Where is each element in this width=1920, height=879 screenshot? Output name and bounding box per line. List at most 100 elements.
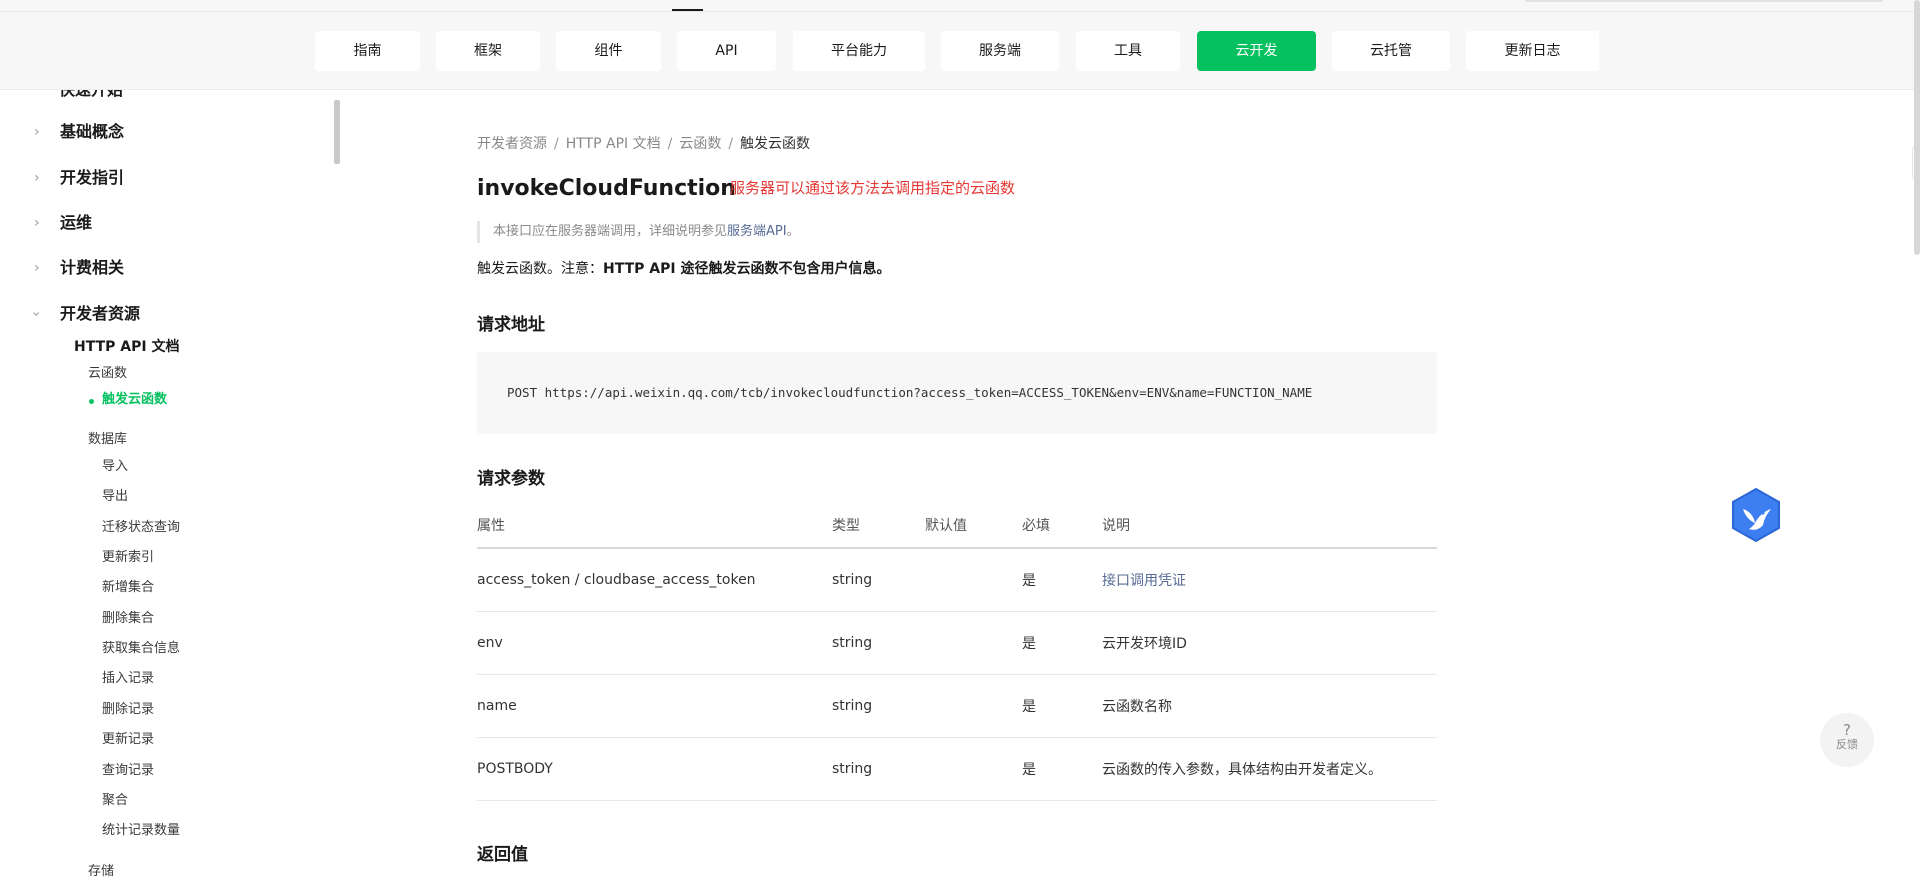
sidebar-item-label: 开发指引: [60, 168, 125, 187]
sidebar-item-db[interactable]: 删除集合: [102, 609, 154, 629]
sidebar-item-db[interactable]: 更新记录: [102, 730, 154, 750]
param-name: env: [477, 611, 832, 675]
sidebar-item-label: 运维: [60, 213, 93, 232]
sidebar-item-db[interactable]: 插入记录: [102, 669, 154, 689]
sidebar-group-cloud-function[interactable]: 云函数: [88, 364, 127, 384]
table-row: POSTBODY string 是 云函数的传入参数，具体结构由开发者定义。: [477, 737, 1437, 801]
sidebar-item-db[interactable]: 查询记录: [102, 761, 154, 781]
sidebar-item-dev-resources[interactable]: › 开发者资源: [0, 302, 330, 326]
nav-components[interactable]: 组件: [556, 31, 661, 71]
section-heading-return-value: 返回值: [477, 845, 528, 865]
table-row: access_token / cloudbase_access_token st…: [477, 548, 1437, 612]
active-tab-indicator: [672, 9, 703, 11]
sidebar-item-billing[interactable]: › 计费相关: [0, 256, 330, 280]
param-name: POSTBODY: [477, 737, 832, 801]
sidebar-item-db[interactable]: 迁移状态查询: [102, 518, 180, 538]
top-divider: [0, 11, 1920, 12]
param-required: 是: [1022, 737, 1102, 801]
param-desc: 云开发环境ID: [1102, 611, 1437, 675]
param-type: string: [832, 737, 925, 801]
page-scrollbar[interactable]: [1914, 0, 1920, 255]
assistant-bird-icon[interactable]: [1730, 487, 1782, 543]
description-text: 触发云函数。注意：: [477, 261, 603, 277]
param-required: 是: [1022, 674, 1102, 738]
chevron-down-icon: ›: [27, 311, 44, 317]
bird-hexagon-icon: [1732, 487, 1780, 543]
sidebar: 快速开始 › 基础概念 › 开发指引 › 运维 › 计费相关 › 开发者资源 H…: [0, 90, 334, 879]
param-desc: 接口调用凭证: [1102, 548, 1437, 612]
chevron-right-icon: ›: [34, 124, 40, 140]
sidebar-item-db[interactable]: 获取集合信息: [102, 639, 180, 659]
nav-cloud-hosting[interactable]: 云托管: [1332, 31, 1450, 71]
section-heading-request-params: 请求参数: [477, 469, 545, 489]
nav-guide[interactable]: 指南: [315, 31, 420, 71]
param-default: [925, 674, 1022, 738]
param-required: 是: [1022, 611, 1102, 675]
sidebar-item-quickstart[interactable]: 快速开始: [59, 90, 123, 100]
access-token-link[interactable]: 接口调用凭证: [1102, 573, 1186, 589]
breadcrumb-current: 触发云函数: [740, 136, 811, 152]
sidebar-item-basic-concepts[interactable]: › 基础概念: [0, 120, 330, 144]
breadcrumb-link[interactable]: 云函数: [679, 136, 721, 152]
request-url-code: POST https://api.weixin.qq.com/tcb/invok…: [477, 352, 1437, 434]
sidebar-item-ops[interactable]: › 运维: [0, 211, 330, 235]
nav-platform-capabilities[interactable]: 平台能力: [793, 31, 925, 71]
table-row: env string 是 云开发环境ID: [477, 611, 1437, 675]
param-default: [925, 737, 1022, 801]
nav-tools[interactable]: 工具: [1076, 31, 1180, 71]
sidebar-item-db[interactable]: 统计记录数量: [102, 821, 180, 841]
nav-changelog[interactable]: 更新日志: [1466, 31, 1599, 71]
sidebar-item-dev-guide[interactable]: › 开发指引: [0, 166, 330, 190]
top-navigation-bar: 指南 框架 组件 API 平台能力 服务端 工具 云开发 云托管 更新日志: [0, 0, 1920, 90]
active-dot-icon: [89, 399, 94, 404]
category-nav: 指南 框架 组件 API 平台能力 服务端 工具 云开发 云托管 更新日志: [0, 31, 1920, 71]
param-desc: 云函数名称: [1102, 674, 1437, 738]
nav-framework[interactable]: 框架: [436, 31, 540, 71]
note-quote: 本接口应在服务器端调用，详细说明参见服务端API。: [477, 221, 800, 243]
param-required: 是: [1022, 548, 1102, 612]
sidebar-item-label: 计费相关: [60, 258, 125, 277]
table-row: name string 是 云函数名称: [477, 674, 1437, 738]
sidebar-item-db[interactable]: 更新索引: [102, 548, 154, 568]
param-name: access_token / cloudbase_access_token: [477, 548, 832, 612]
column-header: 默认值: [925, 502, 1022, 549]
page-title: invokeCloudFunction: [477, 176, 736, 201]
sidebar-group-database[interactable]: 数据库: [88, 430, 127, 450]
server-api-link[interactable]: 服务端API: [727, 224, 787, 239]
breadcrumb-link[interactable]: 开发者资源: [477, 136, 547, 152]
sidebar-item-db[interactable]: 新增集合: [102, 578, 154, 598]
nav-server[interactable]: 服务端: [941, 31, 1059, 71]
column-header: 类型: [832, 502, 925, 549]
feedback-button[interactable]: ? 反馈: [1820, 713, 1874, 767]
column-header: 必填: [1022, 502, 1102, 549]
sidebar-section-http-api[interactable]: HTTP API 文档: [74, 337, 179, 357]
sidebar-item-db[interactable]: 聚合: [102, 791, 128, 811]
description: 触发云函数。注意：HTTP API 途径触发云函数不包含用户信息。: [477, 259, 890, 279]
sidebar-item-db[interactable]: 导出: [102, 487, 128, 507]
sidebar-scrollbar[interactable]: [334, 100, 340, 164]
sidebar-item-db[interactable]: 删除记录: [102, 700, 154, 720]
question-icon: ?: [1843, 721, 1851, 739]
chevron-right-icon: ›: [34, 215, 40, 231]
sidebar-item-db[interactable]: 导入: [102, 457, 128, 477]
param-name: name: [477, 674, 832, 738]
breadcrumb: 开发者资源 / HTTP API 文档 / 云函数 / 触发云函数: [477, 136, 811, 152]
breadcrumb-link[interactable]: HTTP API 文档: [566, 136, 661, 152]
nav-cloud-development[interactable]: 云开发: [1197, 31, 1316, 71]
title-annotation: 服务器可以通过该方法去调用指定的云函数: [730, 179, 1016, 197]
note-text: 本接口应在服务器端调用，详细说明参见: [493, 224, 728, 239]
sidebar-item-label: 基础概念: [60, 122, 125, 141]
feedback-label: 反馈: [1836, 738, 1858, 751]
param-default: [925, 611, 1022, 675]
description-warning: HTTP API 途径触发云函数不包含用户信息。: [603, 261, 891, 277]
param-type: string: [832, 674, 925, 738]
chevron-right-icon: ›: [34, 260, 40, 276]
sidebar-group-storage[interactable]: 存储: [88, 862, 114, 879]
nav-api[interactable]: API: [677, 31, 776, 71]
param-type: string: [832, 611, 925, 675]
sidebar-item-invoke-cloud-function[interactable]: 触发云函数: [102, 390, 167, 410]
section-heading-request-url: 请求地址: [477, 315, 545, 335]
table-header-row: 属性 类型 默认值 必填 说明: [477, 502, 1437, 549]
note-text: 。: [786, 224, 800, 239]
search-box-edge[interactable]: [1525, 0, 1883, 2]
